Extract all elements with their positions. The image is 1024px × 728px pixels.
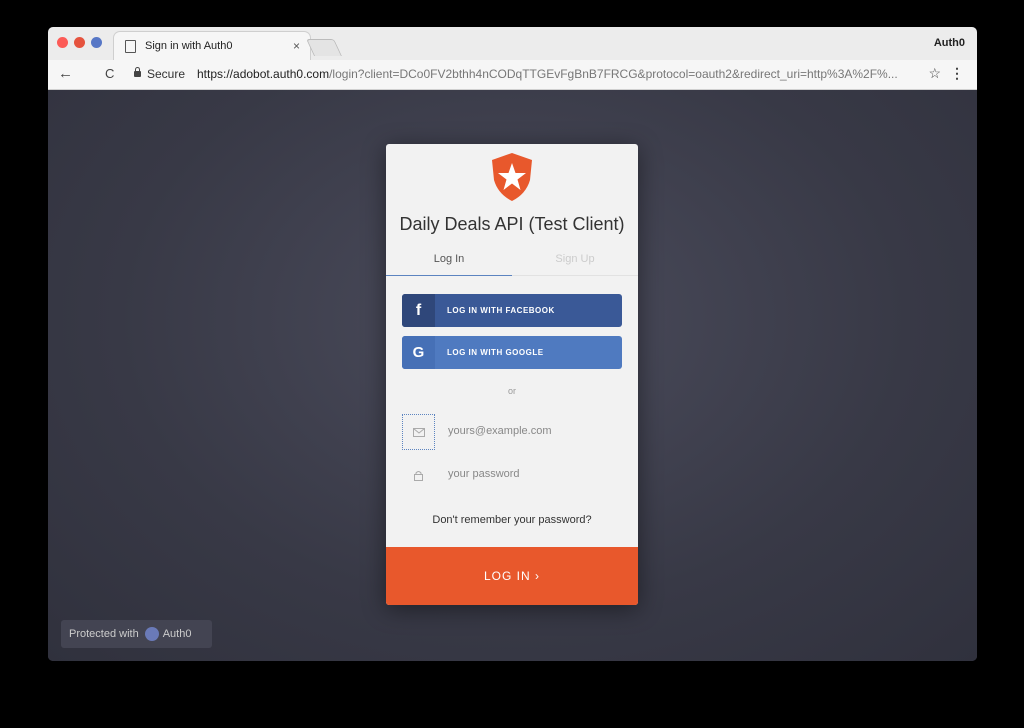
profile-name[interactable]: Auth0 bbox=[934, 37, 965, 49]
email-field bbox=[402, 414, 622, 450]
lock-icon bbox=[402, 457, 435, 493]
page-icon bbox=[125, 39, 136, 53]
browser-menu-icon[interactable]: ⋮ bbox=[950, 65, 964, 82]
reload-icon[interactable]: C bbox=[105, 66, 114, 81]
close-window-button[interactable] bbox=[57, 37, 68, 48]
auth-tabs: Log In Sign Up bbox=[386, 247, 638, 277]
login-submit-button[interactable]: LOG IN › bbox=[386, 547, 638, 605]
bookmark-star-icon[interactable]: ☆ bbox=[928, 65, 941, 82]
auth0-shield-logo-icon bbox=[492, 153, 532, 201]
email-input[interactable] bbox=[448, 425, 613, 437]
password-field bbox=[402, 457, 622, 493]
active-tab-indicator bbox=[386, 275, 512, 276]
tab-signup[interactable]: Sign Up bbox=[512, 253, 638, 265]
envelope-icon bbox=[402, 414, 435, 450]
facebook-icon: f bbox=[402, 294, 435, 327]
title-bar: Sign in with Auth0 × Auth0 bbox=[48, 27, 977, 60]
login-submit-label: LOG IN › bbox=[483, 569, 540, 583]
new-tab-button[interactable] bbox=[306, 39, 342, 56]
secure-label: Secure bbox=[147, 67, 186, 81]
address-bar[interactable]: https://adobot.auth0.com/login?client=DC… bbox=[197, 67, 912, 81]
maximize-window-button[interactable] bbox=[91, 37, 102, 48]
app-title: Daily Deals API (Test Client) bbox=[399, 214, 625, 234]
url-host: https://adobot.auth0.com bbox=[197, 67, 330, 81]
auth0-brand-text: Auth0 bbox=[162, 628, 192, 640]
facebook-login-label: LOG IN WITH FACEBOOK bbox=[447, 306, 555, 315]
google-login-label: LOG IN WITH GOOGLE bbox=[447, 348, 544, 357]
minimize-window-button[interactable] bbox=[74, 37, 85, 48]
login-card: Daily Deals API (Test Client) Log In Sig… bbox=[386, 144, 638, 605]
browser-tab[interactable]: Sign in with Auth0 × bbox=[114, 32, 310, 60]
protected-text: Protected with bbox=[69, 628, 139, 640]
facebook-login-button[interactable]: f LOG IN WITH FACEBOOK bbox=[402, 294, 622, 327]
auth0-badge-icon bbox=[144, 627, 159, 641]
protected-with-auth0-badge[interactable]: Protected with Auth0 bbox=[61, 620, 212, 648]
window-controls bbox=[57, 37, 102, 48]
google-icon: G bbox=[402, 336, 435, 369]
browser-window: Sign in with Auth0 × Auth0 ← C Secure ht… bbox=[48, 27, 977, 661]
google-login-button[interactable]: G LOG IN WITH GOOGLE bbox=[402, 336, 622, 369]
forgot-password-link[interactable]: Don't remember your password? bbox=[386, 514, 638, 526]
tab-divider bbox=[512, 275, 638, 276]
page-content: Daily Deals API (Test Client) Log In Sig… bbox=[48, 90, 977, 661]
password-input[interactable] bbox=[448, 468, 613, 480]
lock-icon bbox=[134, 67, 141, 77]
browser-toolbar: ← C Secure https://adobot.auth0.com/logi… bbox=[48, 60, 977, 90]
close-tab-icon[interactable]: × bbox=[293, 39, 300, 53]
back-icon[interactable]: ← bbox=[58, 65, 73, 82]
tab-login[interactable]: Log In bbox=[386, 253, 512, 265]
url-path: /login?client=DCo0FV2bthh4nCODqTTGEvFgBn… bbox=[329, 67, 898, 81]
tab-title: Sign in with Auth0 bbox=[145, 40, 233, 52]
or-separator: or bbox=[507, 386, 516, 396]
